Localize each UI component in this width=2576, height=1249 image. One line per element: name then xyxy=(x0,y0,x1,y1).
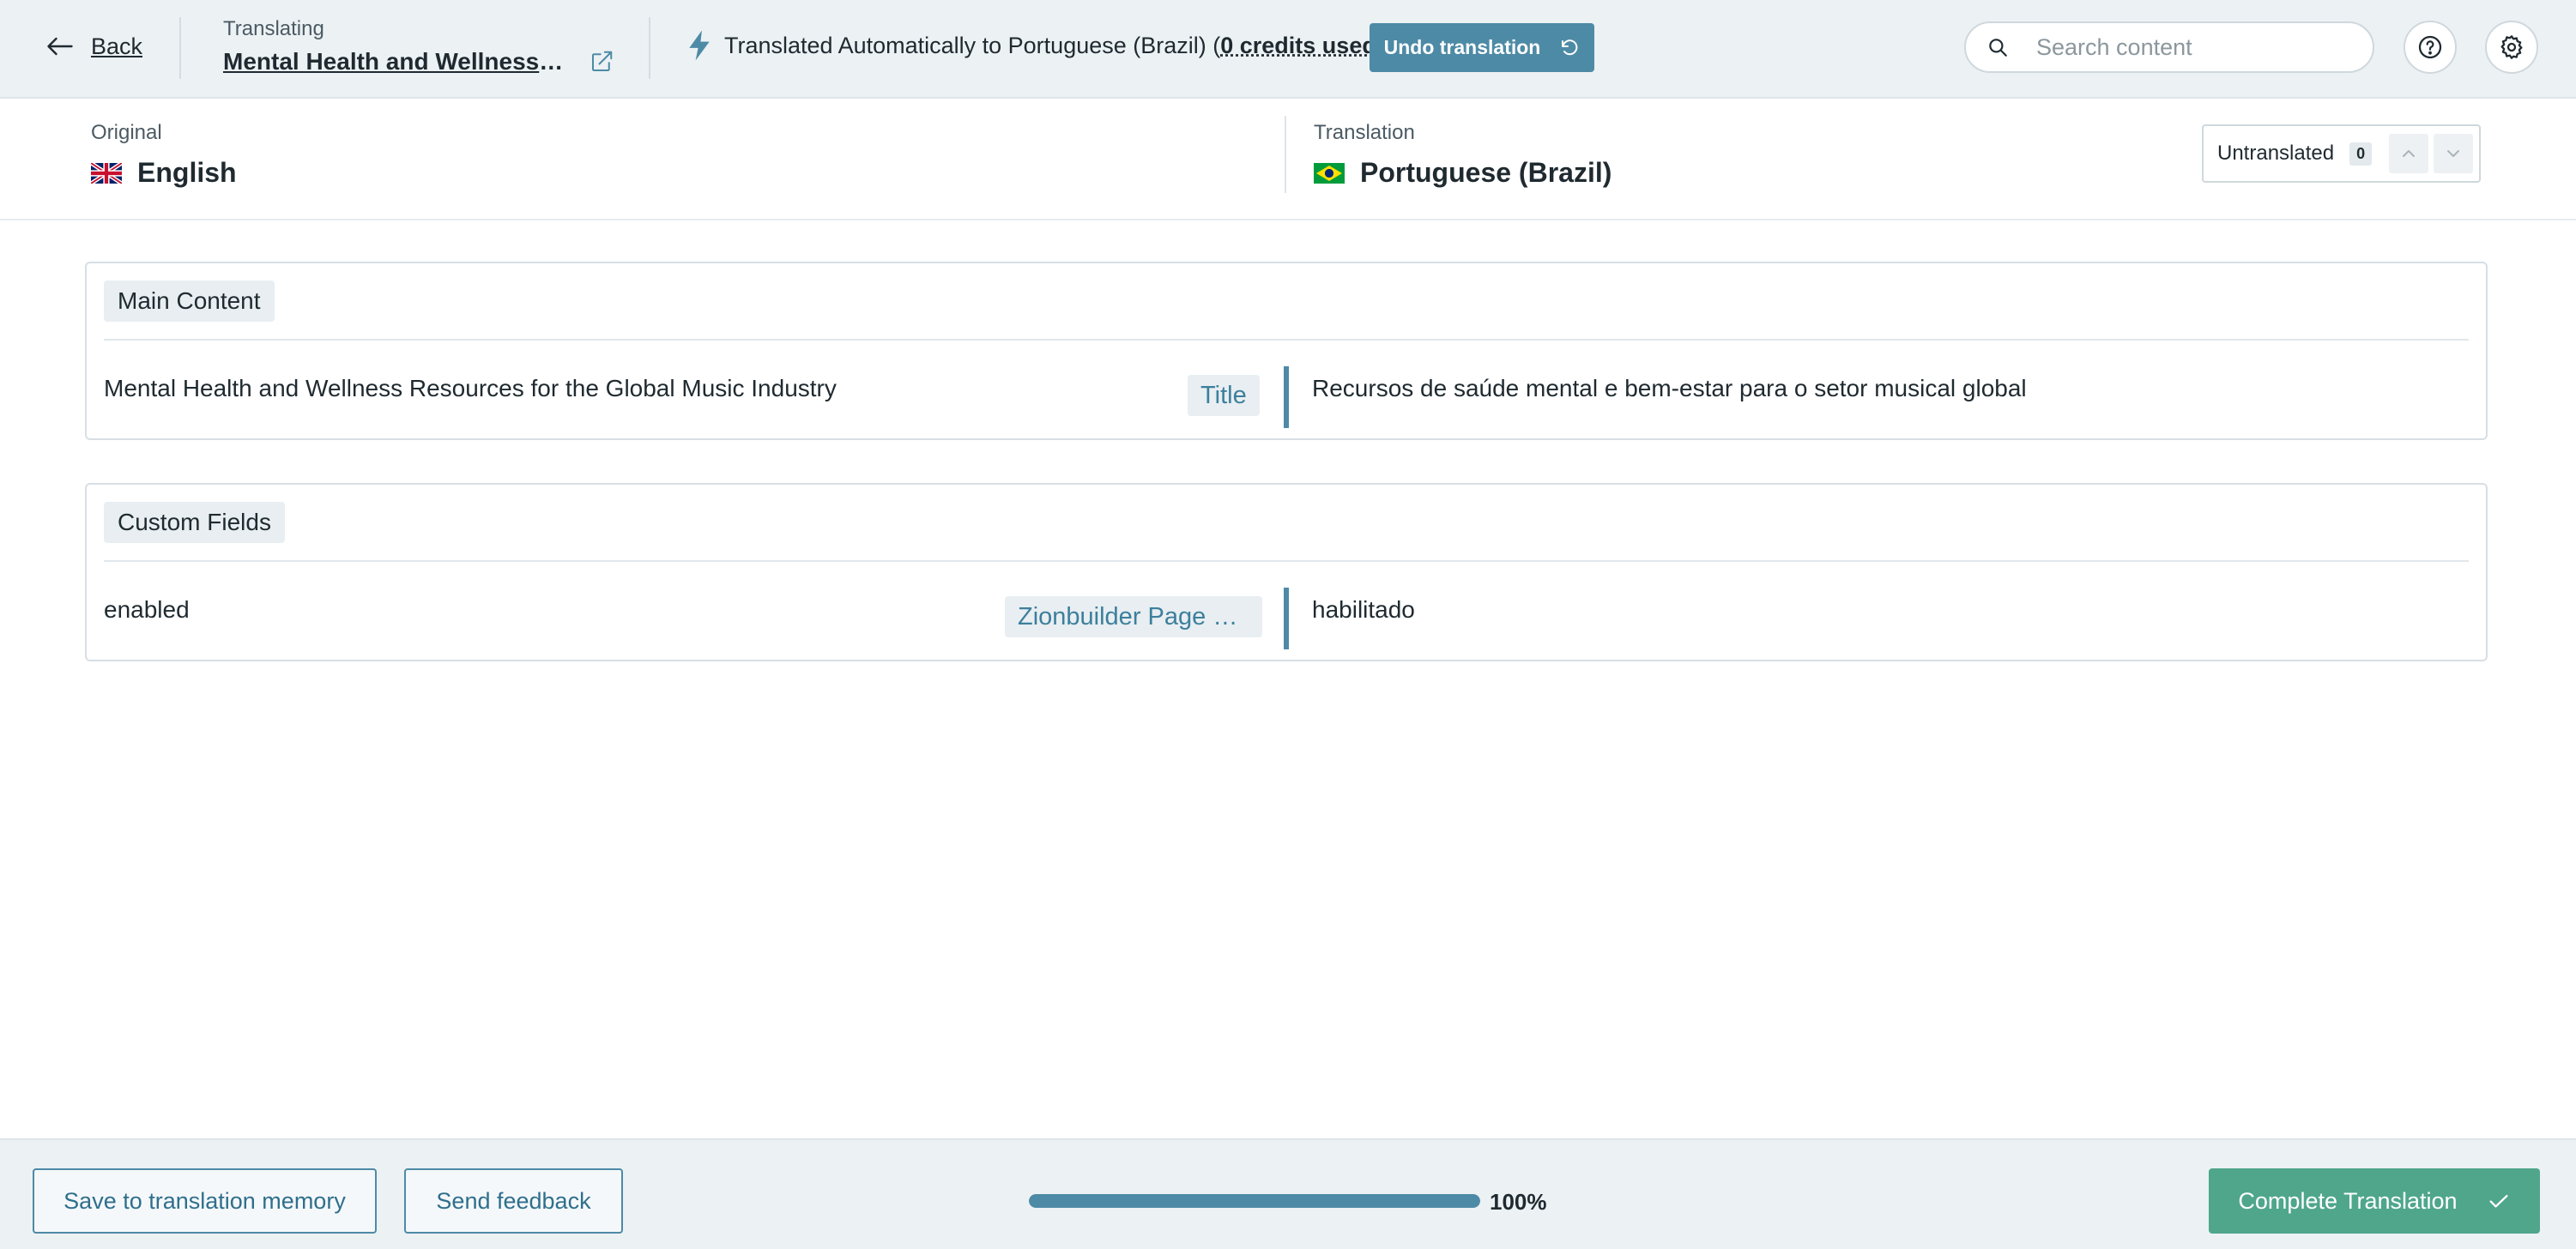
divider xyxy=(179,17,181,79)
complete-translation-button[interactable]: Complete Translation xyxy=(2209,1168,2540,1234)
language-header: Original English Translation Portuguese … xyxy=(0,99,2576,220)
translated-indicator xyxy=(1284,366,1289,428)
language-divider xyxy=(1285,116,1286,193)
divider xyxy=(649,17,650,79)
chevron-down-icon xyxy=(2447,150,2460,157)
section-custom-fields: Custom Fields enabled Zionbuilder Page S… xyxy=(85,483,2488,661)
uk-flag-icon xyxy=(91,162,122,184)
translation-text-field[interactable]: habilitado xyxy=(1312,596,1415,624)
search-icon xyxy=(1989,39,2007,57)
original-label: Original xyxy=(91,121,162,144)
progress-bar xyxy=(1029,1194,1480,1208)
untranslated-navigator: Untranslated 0 xyxy=(2202,124,2481,183)
back-button[interactable]: Back xyxy=(45,31,142,62)
progress-percent: 100% xyxy=(1490,1189,1547,1215)
field-type-badge: Zionbuilder Page Status xyxy=(1005,596,1262,637)
translated-indicator xyxy=(1284,588,1289,649)
progress-bar-fill xyxy=(1029,1194,1480,1208)
next-untranslated-button[interactable] xyxy=(2434,134,2474,173)
undo-icon xyxy=(1562,39,1578,55)
original-text: enabled xyxy=(104,596,190,623)
auto-translation-note: Translated Automatically to Portuguese (… xyxy=(686,29,1384,62)
back-label: Back xyxy=(91,33,143,59)
untranslated-count-badge: 0 xyxy=(2349,142,2373,166)
settings-button[interactable] xyxy=(2485,21,2538,74)
original-text: Mental Health and Wellness Resources for… xyxy=(104,375,837,401)
untranslated-label: Untranslated xyxy=(2217,142,2335,165)
search-input[interactable] xyxy=(2035,33,2355,62)
document-title-link[interactable]: Mental Health and Wellness Resources for… xyxy=(223,48,566,75)
translation-language: Translation Portuguese (Brazil) xyxy=(1314,121,1612,189)
search-box xyxy=(1964,21,2374,73)
chevron-up-icon xyxy=(2403,150,2416,157)
help-circle-icon xyxy=(2418,35,2442,59)
previous-untranslated-button[interactable] xyxy=(2389,134,2429,173)
original-language: Original English xyxy=(91,121,237,189)
brazil-flag-icon xyxy=(1314,162,1345,184)
section-main-content: Main Content Mental Health and Wellness … xyxy=(85,262,2488,440)
lightning-bolt-icon xyxy=(689,30,710,61)
section-title: Custom Fields xyxy=(104,502,285,543)
arrow-left-icon xyxy=(47,37,73,56)
help-button[interactable] xyxy=(2404,21,2457,74)
save-to-memory-button[interactable]: Save to translation memory xyxy=(33,1168,377,1234)
undo-translation-label: Undo translation xyxy=(1383,36,1541,58)
gear-icon xyxy=(2500,35,2523,59)
translation-language-name: Portuguese (Brazil) xyxy=(1360,157,1612,188)
translation-label: Translation xyxy=(1314,121,1415,144)
credits-used[interactable]: 0 credits used xyxy=(1220,33,1376,59)
section-divider xyxy=(104,339,2469,341)
top-bar: Back Translating Mental Health and Welln… xyxy=(0,0,2576,99)
complete-translation-label: Complete Translation xyxy=(2238,1187,2458,1214)
undo-translation-button[interactable]: Undo translation xyxy=(1370,23,1594,72)
send-feedback-button[interactable]: Send feedback xyxy=(404,1168,623,1234)
footer-bar: Save to translation memory Send feedback… xyxy=(0,1138,2576,1249)
translation-text-field[interactable]: Recursos de saúde mental e bem-estar par… xyxy=(1312,375,2027,402)
auto-note-prefix: Translated Automatically to Portuguese (… xyxy=(724,32,1221,58)
field-type-badge: Title xyxy=(1188,375,1260,416)
original-language-name: English xyxy=(137,157,237,188)
external-link-icon[interactable] xyxy=(589,49,614,75)
document-info: Translating Mental Health and Wellness R… xyxy=(223,17,614,75)
section-divider xyxy=(104,560,2469,562)
section-title: Main Content xyxy=(104,281,275,322)
translating-label: Translating xyxy=(223,17,324,40)
checkmark-icon xyxy=(2489,1195,2508,1208)
